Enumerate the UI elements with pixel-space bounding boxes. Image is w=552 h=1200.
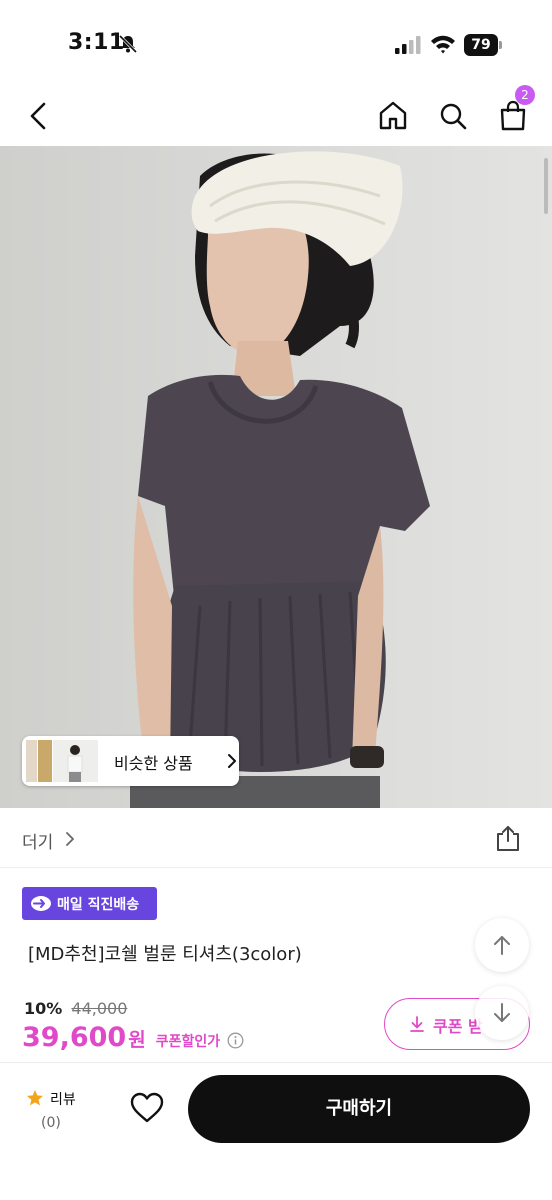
scroll-up-button[interactable]: [475, 918, 529, 972]
wifi-icon: [431, 35, 455, 54]
similar-product-thumbnails: [26, 740, 98, 782]
review-summary[interactable]: 리뷰 (0): [22, 1087, 82, 1137]
sale-price-unit: 원: [128, 1029, 146, 1051]
buy-button[interactable]: 구매하기: [188, 1075, 530, 1143]
cart-count-badge: 2: [515, 85, 535, 105]
review-label: 리뷰: [50, 1092, 76, 1108]
more-link[interactable]: 더기: [22, 828, 53, 853]
chevron-right-icon[interactable]: [64, 830, 76, 848]
review-count: (0): [41, 1115, 61, 1131]
status-time: 3:11: [68, 30, 125, 55]
delivery-label: 매일 직진배송: [57, 897, 140, 913]
download-icon: [410, 1016, 424, 1032]
status-bar: 3:11 79: [0, 0, 552, 90]
direct-delivery-badge: 매일 직진배송: [22, 887, 157, 920]
info-icon[interactable]: [227, 1032, 244, 1049]
more-row: 더기: [0, 808, 552, 868]
scroll-down-button[interactable]: [475, 986, 529, 1040]
battery-indicator: 79: [464, 34, 504, 56]
share-icon[interactable]: [495, 824, 521, 852]
product-image[interactable]: [0, 146, 552, 808]
sale-price: 39,600: [22, 1022, 127, 1053]
chevron-right-icon: [228, 754, 236, 768]
battery-cap: [499, 41, 502, 49]
battery-level: 79: [464, 34, 498, 56]
back-icon[interactable]: [24, 98, 54, 134]
star-icon: [27, 1090, 43, 1106]
cellular-signal-icon: [395, 36, 421, 54]
product-title: [MD추천]코쉘 벌룬 티셔츠(3color): [28, 944, 302, 965]
bottom-action-bar: 리뷰 (0) 구매하기: [0, 1062, 552, 1200]
delivery-icon: [31, 896, 51, 911]
similar-products-button[interactable]: 비슷한 상품: [22, 736, 239, 786]
price-row: 39,600 원 쿠폰할인가: [22, 1022, 244, 1058]
discount-row: 10% 44,000: [24, 999, 127, 1023]
search-icon[interactable]: [437, 98, 469, 134]
arrow-down-icon: [494, 1003, 510, 1022]
bell-off-icon: [118, 34, 138, 54]
arrow-up-icon: [494, 936, 510, 955]
home-icon[interactable]: [377, 98, 409, 134]
top-nav: 2: [0, 85, 552, 146]
discount-rate: 10%: [24, 999, 63, 1018]
product-photo: [0, 146, 552, 808]
similar-products-label: 비슷한 상품: [114, 754, 193, 773]
image-scroll-indicator: [544, 158, 548, 214]
heart-icon[interactable]: [129, 1091, 165, 1125]
original-price: 44,000: [71, 999, 128, 1018]
coupon-price-label: 쿠폰할인가: [155, 1034, 221, 1050]
